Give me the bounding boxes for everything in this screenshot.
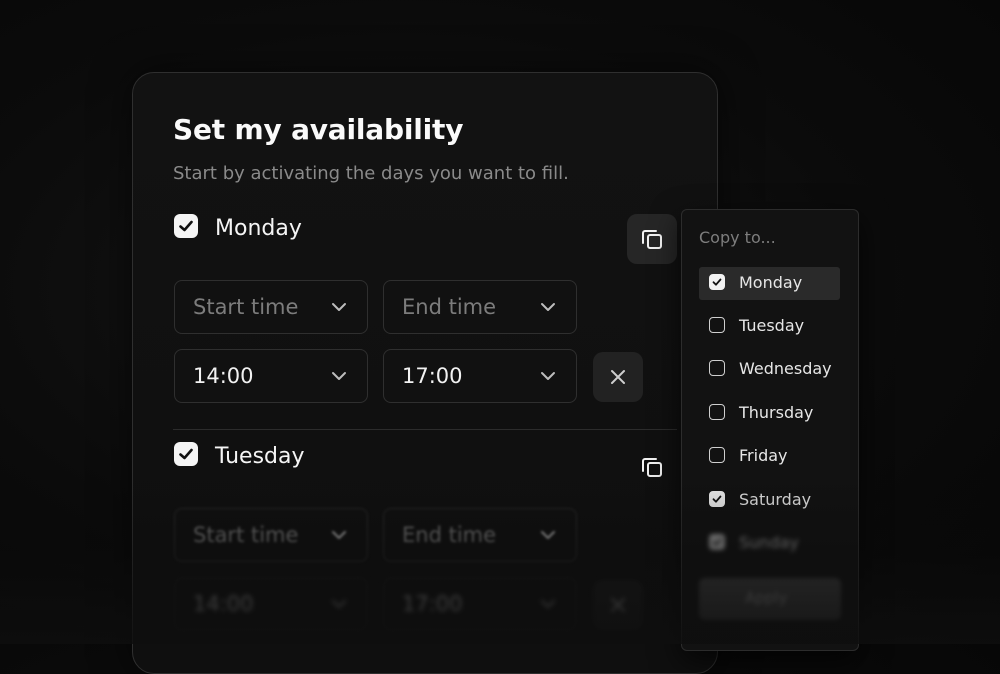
checkbox[interactable]	[709, 404, 725, 420]
select-value: 17:00	[402, 592, 463, 616]
remove-time-slot-button[interactable]	[593, 352, 643, 402]
close-icon	[611, 598, 625, 612]
copy-option-sunday[interactable]: Sunday	[699, 527, 840, 560]
select-value: 14:00	[193, 592, 254, 616]
copy-option-monday[interactable]: Monday	[699, 267, 840, 300]
check-icon	[179, 448, 193, 460]
monday-label: Monday	[215, 216, 302, 241]
tuesday-checkbox[interactable]	[174, 442, 198, 466]
divider	[173, 429, 677, 430]
chevron-down-icon	[541, 600, 555, 608]
chevron-down-icon	[332, 372, 346, 380]
dropdown-title: Copy to...	[699, 228, 776, 247]
checkbox[interactable]	[709, 491, 725, 507]
copy-icon	[642, 458, 662, 477]
monday-checkbox[interactable]	[174, 214, 198, 238]
select-value: 17:00	[402, 364, 463, 388]
check-icon	[712, 495, 722, 503]
apply-button[interactable]: Apply	[699, 578, 841, 620]
tuesday-label: Tuesday	[215, 444, 305, 469]
chevron-down-icon	[541, 531, 555, 539]
chevron-down-icon	[541, 303, 555, 311]
option-label: Monday	[739, 273, 803, 292]
chevron-down-icon	[332, 531, 346, 539]
copy-to-dropdown: Copy to... Monday Tuesday Wednesday Thur…	[681, 209, 859, 651]
checkbox[interactable]	[709, 534, 725, 550]
chevron-down-icon	[541, 372, 555, 380]
check-icon	[712, 538, 722, 546]
close-icon	[611, 370, 625, 384]
option-label: Wednesday	[739, 359, 832, 378]
checkbox[interactable]	[709, 447, 725, 463]
checkbox[interactable]	[709, 274, 725, 290]
monday-end-time-select[interactable]: End time	[383, 280, 577, 334]
select-value: End time	[402, 295, 497, 319]
check-icon	[712, 278, 722, 286]
checkbox[interactable]	[709, 360, 725, 376]
monday-start-time-select[interactable]: Start time	[174, 280, 368, 334]
tuesday-copy-button[interactable]	[627, 442, 677, 492]
apply-label: Apply	[745, 589, 788, 607]
copy-option-thursday[interactable]: Thursday	[699, 397, 840, 430]
select-value: Start time	[193, 295, 299, 319]
option-label: Saturday	[739, 490, 812, 509]
monday-start-time-select-2[interactable]: 14:00	[174, 349, 368, 403]
tuesday-end-time-select-2[interactable]: 17:00	[383, 577, 577, 631]
remove-time-slot-button-2[interactable]	[593, 580, 643, 630]
select-value: Start time	[193, 523, 299, 547]
option-label: Sunday	[739, 533, 799, 552]
chevron-down-icon	[332, 600, 346, 608]
select-value: 14:00	[193, 364, 254, 388]
panel-subtitle: Start by activating the days you want to…	[173, 163, 569, 184]
copy-option-saturday[interactable]: Saturday	[699, 484, 840, 517]
monday-copy-button[interactable]	[627, 214, 677, 264]
availability-panel: Set my availability Start by activating …	[132, 72, 718, 674]
copy-icon	[642, 230, 662, 249]
chevron-down-icon	[332, 303, 346, 311]
copy-option-tuesday[interactable]: Tuesday	[699, 310, 840, 343]
tuesday-start-time-select-2[interactable]: 14:00	[174, 577, 368, 631]
checkbox[interactable]	[709, 317, 725, 333]
tuesday-start-time-select[interactable]: Start time	[174, 508, 368, 562]
panel-title: Set my availability	[173, 113, 464, 146]
select-value: End time	[402, 523, 497, 547]
option-label: Friday	[739, 446, 788, 465]
check-icon	[179, 220, 193, 232]
copy-option-friday[interactable]: Friday	[699, 440, 840, 473]
option-label: Tuesday	[739, 316, 805, 335]
copy-option-wednesday[interactable]: Wednesday	[699, 353, 840, 386]
option-label: Thursday	[739, 403, 814, 422]
monday-end-time-select-2[interactable]: 17:00	[383, 349, 577, 403]
tuesday-end-time-select[interactable]: End time	[383, 508, 577, 562]
